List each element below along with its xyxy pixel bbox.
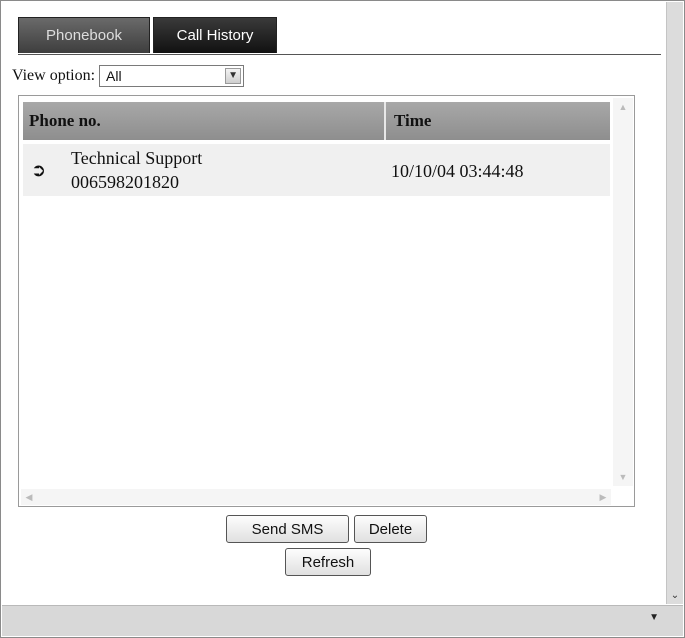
page-vertical-scrollbar[interactable]: ⌄ xyxy=(666,2,683,604)
delete-button[interactable]: Delete xyxy=(354,515,427,543)
list-vertical-scrollbar[interactable]: ▲ ▼ xyxy=(613,98,633,486)
view-option-value: All xyxy=(106,68,122,84)
chevron-down-icon[interactable]: ⌄ xyxy=(667,588,683,604)
scroll-left-icon[interactable]: ◀ xyxy=(21,489,37,505)
list-horizontal-scrollbar[interactable]: ◀ ▶ xyxy=(21,489,611,505)
phone-number: 006598201820 xyxy=(71,172,179,192)
tab-divider xyxy=(18,54,661,55)
chevron-down-icon[interactable]: ▼ xyxy=(225,68,242,84)
list-item[interactable]: ➲ Technical Support 006598201820 10/10/0… xyxy=(23,144,610,196)
refresh-button[interactable]: Refresh xyxy=(285,548,371,576)
call-history-window: Phonebook Call History View option: All … xyxy=(0,0,685,638)
send-sms-button[interactable]: Send SMS xyxy=(226,515,349,543)
call-list-panel: Phone no. Time ➲ Technical Support 00659… xyxy=(18,95,635,507)
scroll-up-icon[interactable]: ▲ xyxy=(613,98,633,116)
outgoing-call-icon: ➲ xyxy=(31,160,47,180)
view-option-select[interactable]: All ▼ xyxy=(99,65,245,87)
list-header: Phone no. Time xyxy=(23,102,610,140)
tab-bar: Phonebook Call History xyxy=(18,17,277,55)
view-option-label: View option: xyxy=(12,67,96,84)
scroll-down-icon[interactable]: ▼ xyxy=(613,468,633,486)
call-time: 10/10/04 03:44:48 xyxy=(391,161,524,181)
tab-phonebook[interactable]: Phonebook xyxy=(18,17,150,53)
scroll-right-icon[interactable]: ▶ xyxy=(595,489,611,505)
dropdown-arrow-icon[interactable]: ▼ xyxy=(649,612,659,623)
view-option-row: View option: All ▼ xyxy=(12,65,245,87)
status-bar: ▼ xyxy=(2,605,683,636)
column-header-phone[interactable]: Phone no. xyxy=(23,102,386,140)
contact-name: Technical Support xyxy=(71,148,203,168)
column-header-time[interactable]: Time xyxy=(386,102,610,140)
tab-call-history[interactable]: Call History xyxy=(153,17,277,53)
